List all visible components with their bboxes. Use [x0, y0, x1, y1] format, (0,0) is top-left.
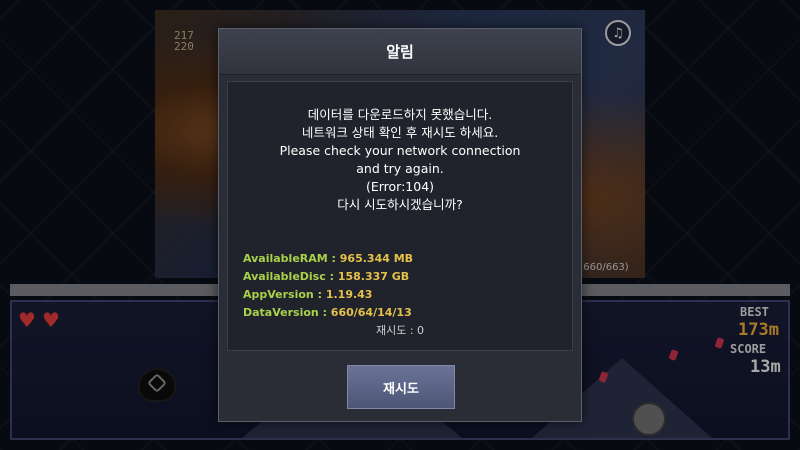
info-row-app-version: AppVersion : 1.19.43 [243, 286, 413, 304]
alert-dialog: 알림 데이터를 다운로드하지 못했습니다. 네트워크 상태 확인 후 재시도 하… [218, 28, 582, 422]
info-row-disc: AvailableDisc : 158.337 GB [243, 268, 413, 286]
message-line: and try again. [356, 161, 444, 176]
device-info: AvailableRAM : 965.344 MB AvailableDisc … [243, 250, 413, 322]
dialog-title: 알림 [386, 43, 414, 61]
info-value: 1.19.43 [325, 288, 373, 301]
info-value: 158.337 GB [337, 270, 410, 283]
dialog-header: 알림 [219, 29, 581, 75]
retry-question: 다시 시도하시겠습니까? [337, 197, 463, 212]
info-key: DataVersion : [243, 306, 331, 319]
info-key: AppVersion : [243, 288, 326, 301]
info-row-data-version: DataVersion : 660/64/14/13 [243, 304, 413, 322]
error-code: (Error:104) [365, 179, 435, 194]
info-row-ram: AvailableRAM : 965.344 MB [243, 250, 413, 268]
info-value: 965.344 MB [339, 252, 414, 265]
message-line: 네트워크 상태 확인 후 재시도 하세요. [301, 125, 499, 140]
message-line: 데이터를 다운로드하지 못했습니다. [307, 107, 493, 122]
info-key: AvailableRAM : [243, 252, 340, 265]
dialog-body: 데이터를 다운로드하지 못했습니다. 네트워크 상태 확인 후 재시도 하세요.… [227, 81, 573, 351]
message-line: Please check your network connection [279, 143, 521, 158]
info-key: AvailableDisc : [243, 270, 338, 283]
retry-count: 재시도 : 0 [375, 324, 425, 337]
info-value: 660/64/14/13 [330, 306, 412, 319]
error-message: 데이터를 다운로드하지 못했습니다. 네트워크 상태 확인 후 재시도 하세요.… [228, 106, 572, 214]
retry-button[interactable]: 재시도 [347, 365, 455, 409]
